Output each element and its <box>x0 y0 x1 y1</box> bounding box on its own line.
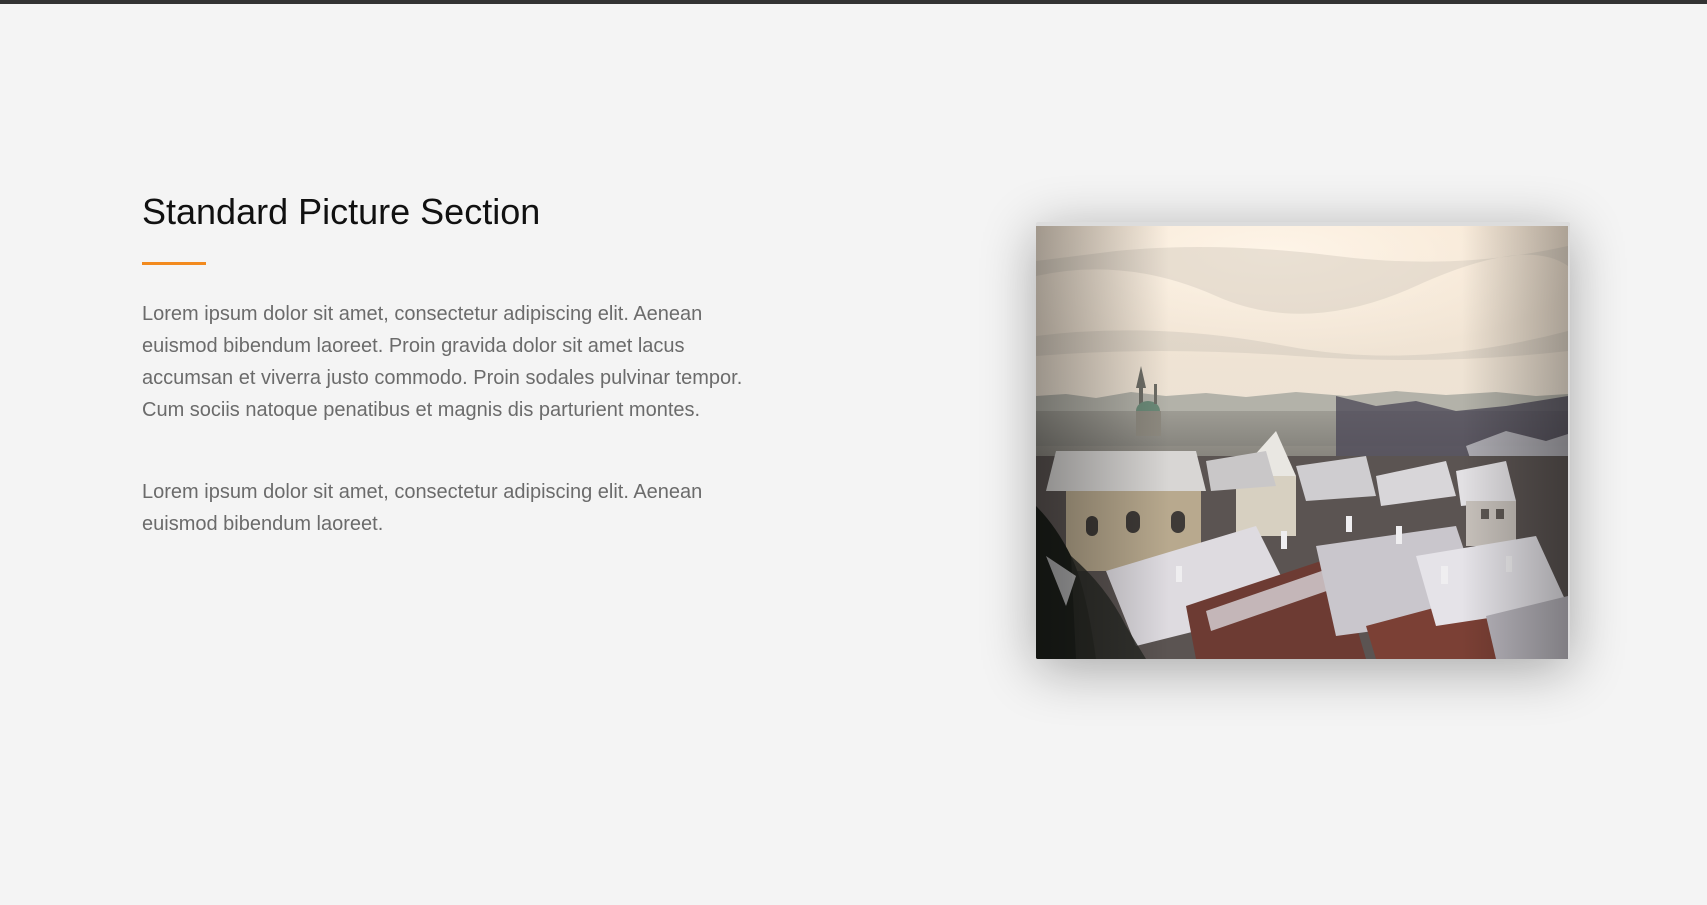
city-rooftops-photo <box>1036 226 1568 659</box>
title-accent-divider <box>142 262 206 265</box>
section-paragraph-2: Lorem ipsum dolor sit amet, consectetur … <box>142 481 703 535</box>
section-text-column: Standard Picture Section Lorem ipsum dol… <box>142 190 762 540</box>
section-picture <box>1036 222 1570 659</box>
section-title: Standard Picture Section <box>142 191 541 232</box>
picture-section: Standard Picture Section Lorem ipsum dol… <box>0 4 1707 905</box>
section-paragraph-1: Lorem ipsum dolor sit amet, consectetur … <box>142 303 743 421</box>
